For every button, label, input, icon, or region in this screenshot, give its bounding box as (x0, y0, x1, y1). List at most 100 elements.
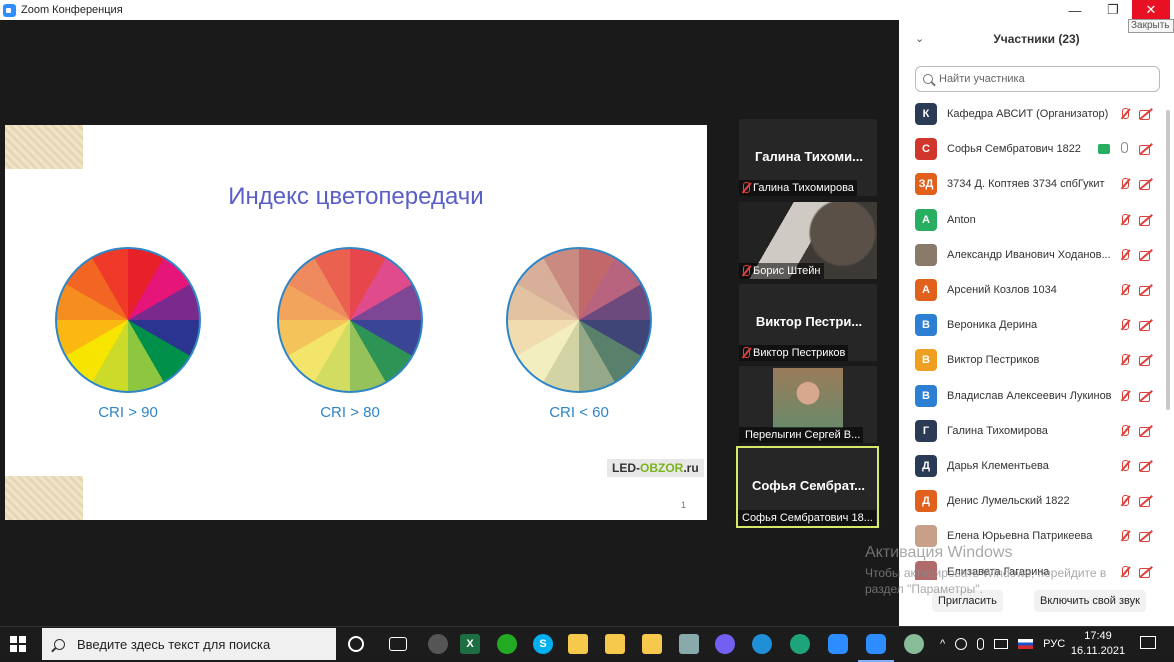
video-off-icon[interactable] (1138, 107, 1154, 120)
tray-chevron-up-icon[interactable]: ^ (940, 638, 945, 650)
video-off-icon[interactable] (1138, 177, 1154, 191)
close-button[interactable]: ✕ (1132, 0, 1170, 20)
participant-row[interactable]: В Вероника Дерина (899, 308, 1164, 343)
muted-mic-icon[interactable] (1118, 283, 1132, 297)
avatar: В (915, 314, 937, 337)
video-tile[interactable]: Перелыгин Сергей В... (739, 366, 877, 443)
settings-gear-icon[interactable] (428, 634, 448, 654)
video-off-icon[interactable] (1138, 459, 1154, 472)
avatar: Г (915, 419, 937, 442)
muted-mic-icon[interactable] (1118, 107, 1132, 121)
avatar: Д (915, 455, 937, 477)
icq-icon[interactable] (497, 634, 517, 654)
participant-row[interactable]: Д Денис Лумельский 1822 (899, 484, 1164, 519)
muted-mic-icon[interactable] (1118, 389, 1132, 403)
edge-dev-icon[interactable] (790, 634, 810, 654)
video-off-icon[interactable] (1138, 318, 1154, 332)
taskbar-search[interactable]: Введите здесь текст для поиска (42, 628, 336, 660)
excel-icon[interactable]: X (460, 634, 480, 654)
muted-mic-icon (739, 264, 753, 278)
window-title: Zoom Конференция (21, 4, 123, 16)
active-speaker-tile[interactable]: Софья Сембрат... Софья Сембратович 18... (736, 446, 879, 528)
video-off-icon[interactable] (1138, 353, 1154, 367)
close-tooltip: Закрыть (1128, 19, 1174, 33)
participant-row[interactable]: А Арсений Козлов 1034 (899, 273, 1164, 308)
video-off-icon[interactable] (1138, 424, 1154, 437)
language-indicator[interactable]: РУС (1043, 638, 1065, 650)
zoom-logo-icon (3, 3, 16, 17)
muted-mic-icon[interactable] (1118, 459, 1132, 473)
muted-mic-icon[interactable] (1118, 248, 1132, 262)
participant-photo (773, 368, 843, 428)
video-off-icon[interactable] (1138, 389, 1154, 402)
participant-name: 3734 Д. Коптяев 3734 спбГукит (947, 178, 1105, 191)
participant-search[interactable] (915, 66, 1160, 92)
muted-mic-icon (739, 346, 753, 360)
participant-row[interactable]: В Владислав Алексеевич Лукинов (899, 379, 1164, 414)
video-off-icon[interactable] (1138, 213, 1154, 226)
system-tray: ^ РУС (940, 627, 1065, 661)
minimize-button[interactable]: — (1056, 0, 1094, 20)
notifications-icon[interactable] (1140, 636, 1156, 649)
folder-icon[interactable] (568, 634, 588, 654)
participant-row[interactable]: В Виктор Пестриков (899, 343, 1164, 378)
russian-flag-icon[interactable] (1018, 639, 1034, 649)
task-view-icon[interactable] (389, 637, 407, 651)
display-icon[interactable] (994, 639, 1009, 649)
edge-icon[interactable] (752, 634, 772, 654)
skype-icon[interactable]: S (533, 634, 553, 654)
video-off-icon[interactable] (1138, 529, 1154, 543)
video-off-icon[interactable] (1138, 283, 1154, 296)
calculator-icon[interactable] (679, 634, 699, 654)
muted-mic-icon[interactable] (1118, 353, 1132, 367)
participant-row[interactable]: Д Дарья Клементьева (899, 449, 1164, 484)
avatar: Д (915, 490, 937, 513)
color-wheel (506, 247, 652, 393)
video-off-icon[interactable] (1138, 142, 1154, 156)
folder-icon[interactable] (642, 634, 662, 654)
muted-mic-icon[interactable] (1118, 177, 1132, 191)
zoom-meeting-icon[interactable] (858, 634, 894, 662)
paint-icon[interactable] (904, 634, 924, 654)
clock-time: 17:49 (1084, 630, 1112, 642)
muted-mic-icon[interactable] (1118, 424, 1132, 438)
muted-mic-icon[interactable] (1118, 213, 1132, 227)
meeting-stage: Индекс цветопередачи CRI > 90 CRI > 80 C… (0, 20, 899, 626)
participant-row[interactable]: A Anton (899, 203, 1164, 238)
search-icon (923, 74, 933, 84)
cortana-icon[interactable] (348, 636, 364, 652)
video-tile[interactable]: Виктор Пестри... Виктор Пестриков (739, 284, 877, 361)
participant-row[interactable]: ЗД 3734 Д. Коптяев 3734 спбГукит (899, 167, 1164, 202)
muted-mic-icon (739, 181, 753, 195)
avatar: А (915, 279, 937, 301)
participant-row[interactable]: Г Галина Тихомирова (899, 414, 1164, 449)
windows-start-button[interactable] (10, 636, 26, 652)
clock[interactable]: 17:49 16.11.2021 (1068, 629, 1128, 659)
search-input[interactable] (939, 73, 1149, 85)
slide-corner-decoration (5, 125, 83, 169)
participant-row[interactable]: С Софья Сембратович 1822 (899, 132, 1164, 167)
network-icon[interactable] (955, 638, 968, 650)
video-tile[interactable]: Галина Тихоми... Галина Тихомирова (739, 119, 877, 196)
scrollbar[interactable] (1166, 110, 1170, 410)
video-off-icon[interactable] (1138, 565, 1154, 578)
muted-mic-icon[interactable] (1118, 529, 1132, 543)
maximize-button[interactable]: ❐ (1094, 0, 1132, 20)
folder-icon[interactable] (605, 634, 625, 654)
avatar: ЗД (915, 173, 937, 196)
muted-mic-icon[interactable] (1118, 494, 1132, 508)
video-off-icon[interactable] (1138, 248, 1154, 261)
zoom-icon[interactable] (828, 634, 848, 654)
wheel-label: CRI < 60 (549, 404, 609, 421)
zoom-window: Zoom Конференция — ❐ ✕ Закрыть Индекс цв… (0, 0, 1174, 626)
participant-row[interactable]: Александр Иванович Ходанов... (899, 238, 1164, 273)
participant-name: Софья Сембратович 1822 (947, 143, 1081, 156)
muted-mic-icon[interactable] (1118, 318, 1132, 332)
microphone-icon[interactable] (977, 638, 985, 650)
participant-row[interactable]: К Кафедра АВСИТ (Организатор) (899, 97, 1164, 132)
viber-icon[interactable] (715, 634, 735, 654)
slide-title: Индекс цветопередачи (228, 183, 484, 210)
video-tile[interactable]: Борис Штейн (739, 202, 877, 279)
video-off-icon[interactable] (1138, 494, 1154, 508)
participant-name: Anton (947, 213, 976, 226)
